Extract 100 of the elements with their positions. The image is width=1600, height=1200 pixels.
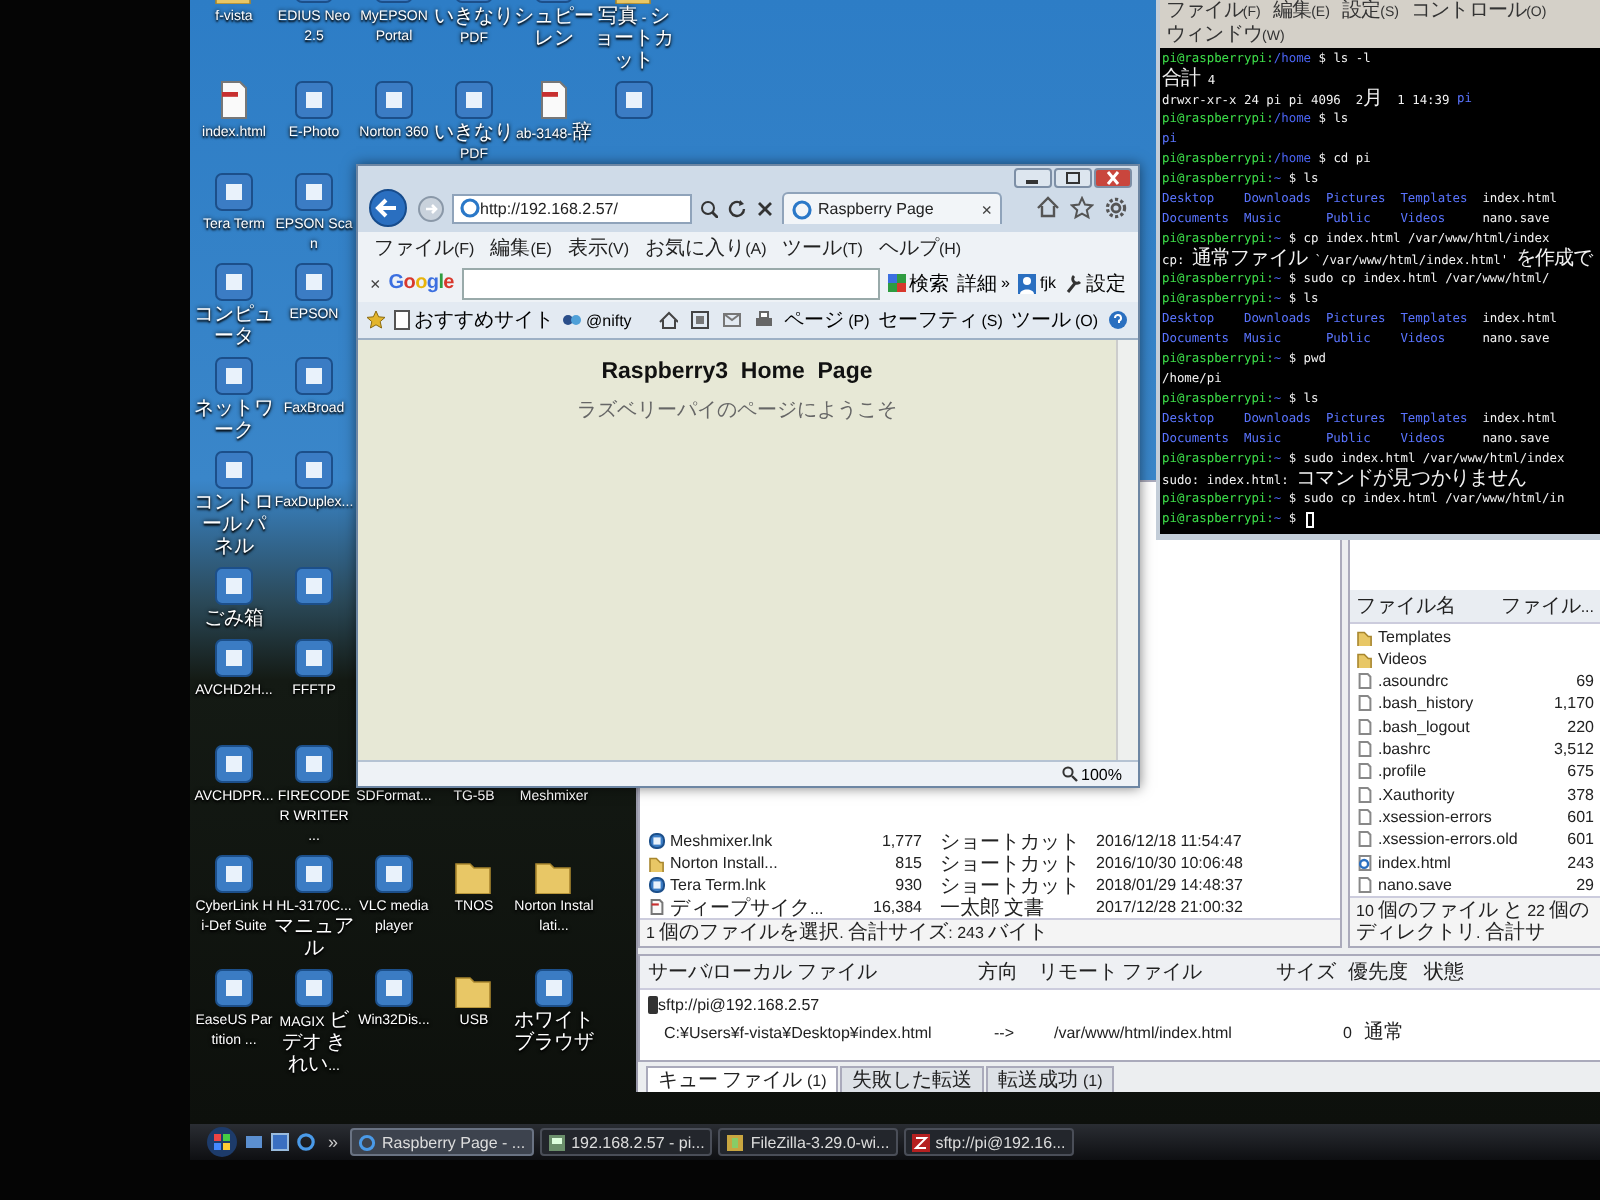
menu-item[interactable]: お気に入り(A) (645, 234, 767, 262)
quick-launch-button[interactable] (244, 1132, 264, 1152)
app-icon[interactable] (294, 968, 334, 1008)
file-row[interactable]: Tera Term.lnk 930 ショートカット 2018/01/29 14:48:37 (640, 874, 1340, 896)
zoom-button[interactable]: 100% (1061, 765, 1122, 783)
app-icon[interactable] (534, 968, 574, 1008)
app-icon[interactable] (294, 744, 334, 784)
file-row[interactable]: Templates (1350, 624, 1600, 648)
app-icon[interactable] (294, 854, 334, 894)
address-field[interactable]: http://192.168.2.57/ (452, 193, 692, 223)
file-row[interactable]: .asoundrc 69 (1350, 670, 1600, 693)
minimize-button[interactable] (1014, 168, 1052, 188)
taskbar-button[interactable]: 192.168.2.57 - pi... (539, 1128, 713, 1156)
quick-launch-button[interactable] (296, 1132, 316, 1152)
app-icon[interactable] (214, 854, 254, 894)
settings-button[interactable] (1102, 196, 1130, 220)
app-icon[interactable] (214, 450, 254, 490)
help-button[interactable] (1106, 310, 1130, 330)
file-row[interactable]: .bash_logout 220 (1350, 715, 1600, 738)
app-icon[interactable] (374, 854, 414, 894)
app-icon[interactable] (294, 566, 334, 606)
home-button[interactable] (1034, 196, 1062, 220)
app-icon[interactable] (214, 262, 254, 302)
forward-button[interactable] (416, 195, 446, 221)
tab-close-button[interactable]: × (981, 199, 992, 219)
file-row[interactable]: Meshmixer.lnk 1,777 ショートカット 2016/12/18 11:54:47 (640, 830, 1340, 852)
column-header[interactable]: 優先度 (1348, 958, 1424, 986)
column-header[interactable]: 状態 (1424, 958, 1504, 986)
search-field[interactable] (461, 267, 880, 299)
refresh-button[interactable] (726, 199, 748, 217)
file-row[interactable]: ディープサイク... 16,384 一太郎 文書 2017/12/28 21:00:32 (640, 896, 1340, 918)
app-icon[interactable] (374, 968, 414, 1008)
column-header[interactable]: ファイル名 (1356, 592, 1456, 621)
app-icon[interactable] (454, 80, 494, 120)
column-header[interactable]: サイズ (1268, 958, 1348, 986)
app-icon[interactable] (214, 744, 254, 784)
search-button[interactable] (698, 199, 720, 217)
more-button[interactable]: 詳細 » (957, 269, 1010, 297)
file-row[interactable]: nano.save 29 (1350, 873, 1600, 896)
app-icon[interactable] (614, 80, 654, 120)
menu-item[interactable]: ヘルプ(H) (878, 234, 962, 262)
app-icon[interactable] (214, 566, 254, 606)
toolbar-button[interactable] (752, 310, 777, 330)
file-row[interactable]: .Xauthority 378 (1350, 783, 1600, 806)
toolbar-button[interactable] (720, 310, 745, 330)
file-row[interactable]: Videos (1350, 647, 1600, 671)
file-row[interactable]: .bashrc 3,512 (1350, 737, 1600, 761)
app-icon[interactable] (294, 638, 334, 678)
command-menu[interactable]: セーフティ(S) (877, 306, 1003, 334)
file-row[interactable]: Norton Install... 815 ショートカット 2016/10/30 10:06:48 (640, 852, 1340, 874)
queue-tab[interactable]: 転送成功 (1) (986, 1066, 1115, 1092)
user-button[interactable]: fjk (1018, 273, 1056, 293)
favorites-button[interactable] (1068, 196, 1096, 220)
stop-button[interactable] (754, 199, 776, 217)
taskbar-button[interactable]: Raspberry Page - ... (350, 1128, 534, 1156)
queue-tab[interactable]: 失敗した転送 (840, 1066, 985, 1092)
maximize-button[interactable] (1054, 168, 1092, 188)
menu-item[interactable]: 表示(V) (567, 234, 630, 262)
file-row[interactable]: index.html 243 (1350, 850, 1600, 874)
file-row[interactable]: .profile 675 (1350, 760, 1600, 784)
app-icon[interactable] (214, 638, 254, 678)
app-icon[interactable] (374, 80, 414, 120)
document-icon[interactable] (648, 898, 666, 916)
app-icon[interactable] (294, 262, 334, 302)
app-icon[interactable] (294, 172, 334, 212)
toolbar-button[interactable] (656, 310, 681, 330)
command-menu[interactable]: ページ(P) (784, 306, 870, 334)
start-button[interactable] (206, 1126, 238, 1158)
menu-item[interactable]: ツール(T) (782, 234, 863, 262)
file-row[interactable]: .xsession-errors.old 601 (1350, 828, 1600, 851)
queue-tab[interactable]: キュー ファイル (1) (646, 1066, 839, 1092)
app-icon[interactable] (214, 172, 254, 212)
column-header[interactable]: サーバ/ローカル ファイル (648, 958, 978, 986)
search-button[interactable]: 検索 (887, 269, 950, 297)
favorites-link[interactable]: @nifty (562, 311, 632, 329)
column-header[interactable]: ファイル... (1500, 592, 1594, 621)
app-icon[interactable] (214, 968, 254, 1008)
command-menu[interactable]: ツール(O) (1010, 306, 1098, 334)
app-icon[interactable] (294, 80, 334, 120)
app-icon[interactable] (648, 832, 666, 850)
quick-launch-button[interactable] (270, 1132, 290, 1152)
app-icon[interactable] (294, 356, 334, 396)
file-row[interactable]: .xsession-errors 601 (1350, 805, 1600, 829)
close-button[interactable] (1094, 168, 1132, 188)
menu-item[interactable]: 編集(E) (490, 234, 552, 262)
app-icon[interactable] (648, 876, 666, 894)
column-header[interactable]: リモート ファイル (1038, 958, 1268, 986)
toolbar-close-button[interactable]: × (370, 273, 381, 293)
scrollbar[interactable] (1116, 340, 1138, 760)
browser-tab[interactable]: Raspberry Page × (782, 192, 1002, 224)
column-header[interactable]: 方向 (978, 958, 1038, 986)
settings-button[interactable]: 設定 (1064, 269, 1126, 297)
taskbar-button[interactable]: sftp://pi@192.16... (903, 1128, 1074, 1156)
app-icon[interactable] (214, 356, 254, 396)
file-row[interactable]: .bash_history 1,170 (1350, 692, 1600, 716)
favorites-link[interactable]: おすすめサイト (394, 306, 554, 334)
favorites-star-icon[interactable] (366, 310, 386, 330)
taskbar-button[interactable]: FileZilla-3.29.0-wi... (718, 1128, 898, 1156)
menu-item[interactable]: ファイル(F) (374, 234, 475, 262)
app-icon[interactable] (294, 450, 334, 490)
